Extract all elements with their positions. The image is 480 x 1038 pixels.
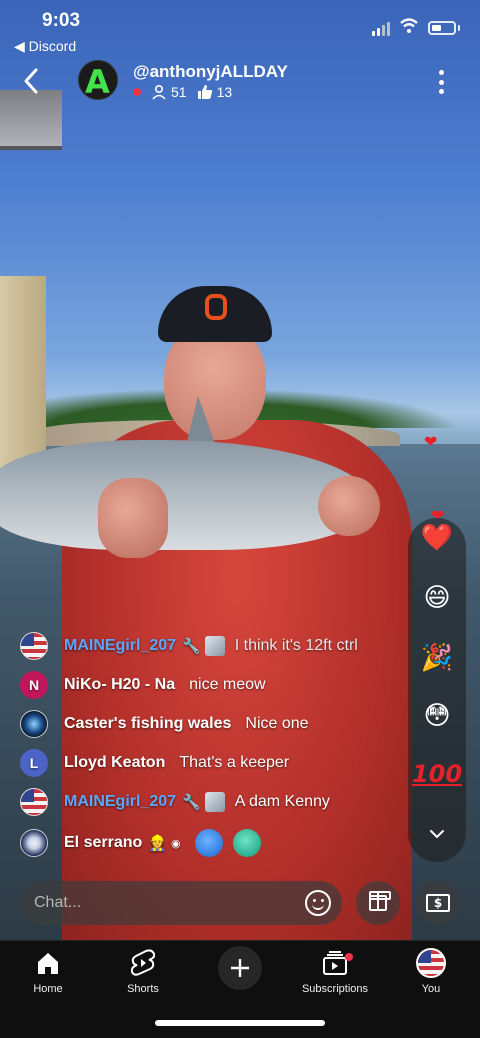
chat-message[interactable]: MAINEgirl_207 🔧 I think it's 12ft ctrl xyxy=(20,631,358,661)
home-indicator[interactable] xyxy=(155,1020,325,1026)
concrete-pillar xyxy=(0,276,46,476)
nav-label: You xyxy=(421,983,441,995)
battery-nub xyxy=(458,25,460,31)
person-badge-icon: 👷 xyxy=(148,834,167,852)
message-author[interactable]: El serrano xyxy=(64,834,142,852)
plus-icon xyxy=(231,959,249,977)
message-text: That's a keeper xyxy=(179,754,290,771)
nav-subscriptions[interactable]: Subscriptions xyxy=(287,947,383,995)
super-chat-button[interactable]: $ xyxy=(416,881,460,925)
subscriptions-icon xyxy=(287,947,383,979)
left-hand xyxy=(98,478,168,558)
chat-message[interactable]: Caster's fishing wales Nice one xyxy=(20,709,309,739)
channel-avatar[interactable]: A xyxy=(78,60,118,100)
you-avatar xyxy=(383,947,479,979)
home-icon xyxy=(0,947,96,979)
live-stream-screen: 9:03 ◀ Discord A @anthonyjALLDAY 51 13 ❤… xyxy=(0,0,480,1038)
wrench-icon: 🔧 xyxy=(182,793,201,811)
party-reaction[interactable]: 🎉 xyxy=(408,642,466,674)
member-badge-icon xyxy=(204,636,225,656)
back-arrow-icon[interactable] xyxy=(18,66,46,96)
bridge-structure xyxy=(0,90,62,150)
message-author[interactable]: Caster's fishing wales xyxy=(64,715,231,733)
viewer-count: 51 xyxy=(171,84,187,100)
heart-reaction[interactable]: ❤️ xyxy=(408,522,466,554)
flushed-reaction[interactable]: 😳 xyxy=(408,700,466,732)
message-text: A dam Kenny xyxy=(234,793,330,810)
grin-reaction[interactable]: 😄 xyxy=(408,582,466,614)
right-hand xyxy=(318,476,380,536)
message-text: Nice one xyxy=(245,715,309,732)
nav-shorts[interactable]: Shorts xyxy=(95,947,191,995)
status-bar: 9:03 ◀ Discord xyxy=(0,0,480,56)
super-chat-icon: $ xyxy=(426,894,450,912)
emoji-picker-icon[interactable] xyxy=(305,890,331,916)
nav-label: Shorts xyxy=(127,983,159,995)
chevron-down-icon[interactable] xyxy=(429,826,445,842)
reaction-panel: ❤️ 😄 🎉 😳 100 xyxy=(408,518,466,862)
wrench-icon: 🔧 xyxy=(182,637,201,655)
letter-avatar: L xyxy=(20,749,48,777)
nav-home[interactable]: Home xyxy=(0,947,96,995)
nav-you[interactable]: You xyxy=(383,947,479,995)
hundred-reaction[interactable]: 100 xyxy=(408,758,466,790)
message-author[interactable]: Lloyd Keaton xyxy=(64,754,165,772)
gift-icon xyxy=(369,891,391,911)
gift-button[interactable] xyxy=(356,881,400,925)
channel-name[interactable]: @anthonyjALLDAY xyxy=(133,62,288,82)
message-text: I think it's 12ft ctrl xyxy=(234,637,358,654)
message-author[interactable]: MAINEgirl_207 xyxy=(64,637,176,655)
shorts-icon xyxy=(95,947,191,979)
message-author[interactable]: MAINEgirl_207 xyxy=(64,793,176,811)
blue-emoji-icon xyxy=(194,829,223,857)
live-indicator xyxy=(133,88,141,96)
like-count: 13 xyxy=(216,84,233,100)
live-stats: 51 13 xyxy=(133,84,232,100)
team-logo-avatar xyxy=(20,829,48,857)
nav-label: Subscriptions xyxy=(301,983,369,995)
chat-message[interactable]: MAINEgirl_207 🔧 A dam Kenny xyxy=(20,787,330,817)
new-content-dot xyxy=(345,953,353,961)
back-to-discord[interactable]: ◀ Discord xyxy=(14,38,76,55)
chat-message[interactable]: El serrano 👷 ◉ xyxy=(20,828,271,858)
message-author[interactable]: NiKo- H20 - Na xyxy=(64,676,175,694)
chat-input-bar xyxy=(20,881,342,925)
small-badge-icon: ◉ xyxy=(170,836,181,850)
green-emoji-icon xyxy=(232,829,261,857)
nav-label: Home xyxy=(33,983,63,995)
flag-avatar xyxy=(20,788,48,816)
letter-avatar: N xyxy=(20,671,48,699)
message-text: nice meow xyxy=(189,676,266,693)
earth-avatar xyxy=(20,710,48,738)
chat-input[interactable] xyxy=(34,881,294,925)
avatar-letter: A xyxy=(85,63,110,100)
floating-heart: ❤ xyxy=(424,434,438,451)
battery-icon xyxy=(428,21,456,35)
cellular-signal-icon xyxy=(372,22,390,36)
chat-message[interactable]: N NiKo- H20 - Na nice meow xyxy=(20,670,266,700)
create-button[interactable] xyxy=(218,946,262,990)
thumbs-up-icon[interactable] xyxy=(197,84,213,100)
viewers-icon xyxy=(152,84,166,100)
wifi-icon xyxy=(400,18,418,33)
cap-logo xyxy=(205,294,227,320)
flag-avatar xyxy=(20,632,48,660)
member-badge-icon xyxy=(204,792,225,812)
chat-message[interactable]: L Lloyd Keaton That's a keeper xyxy=(20,748,289,778)
clock: 9:03 xyxy=(42,10,81,31)
more-options-icon[interactable] xyxy=(438,70,444,94)
